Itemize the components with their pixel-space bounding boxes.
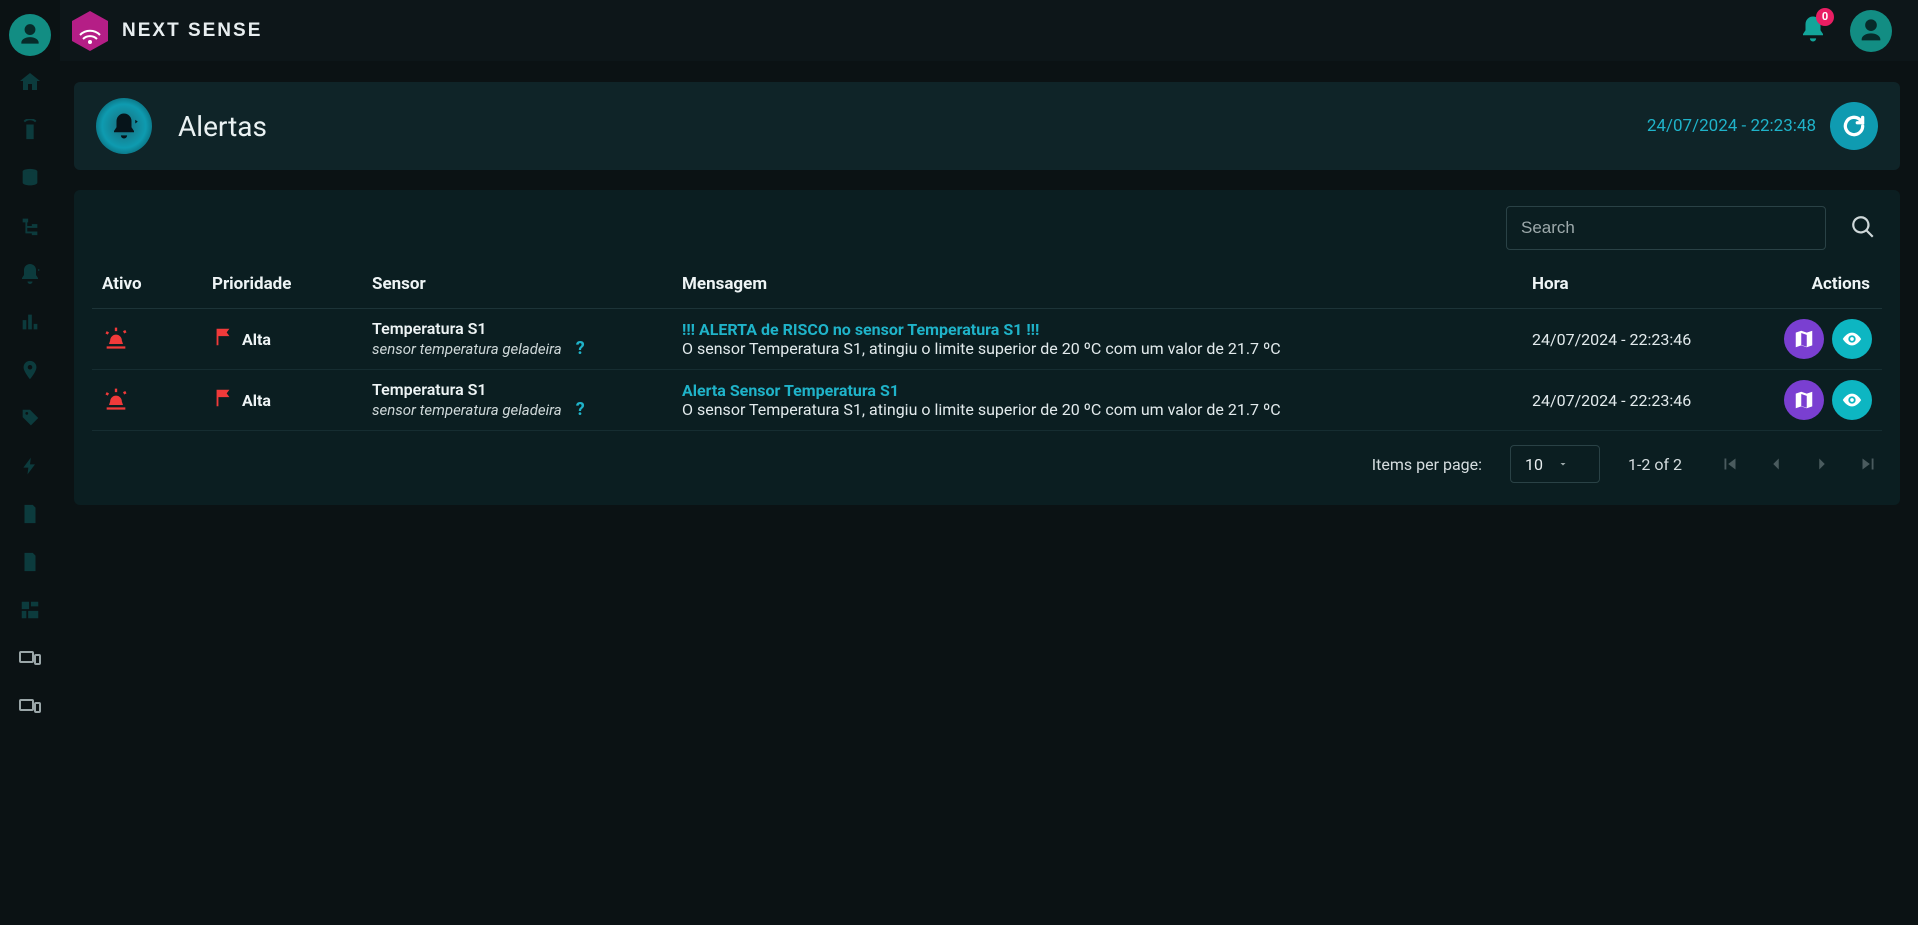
message-body: O sensor Temperatura S1, atingiu o limit… bbox=[682, 339, 1512, 358]
user-icon bbox=[1857, 17, 1885, 45]
logo-icon bbox=[68, 9, 112, 53]
sidebar-item-devices-2[interactable] bbox=[8, 684, 52, 728]
map-icon bbox=[1793, 389, 1815, 411]
flag-icon bbox=[212, 326, 234, 352]
alerts-table: Ativo Prioridade Sensor Mensagem Hora Ac… bbox=[92, 260, 1882, 431]
refresh-button[interactable] bbox=[1830, 102, 1878, 150]
remote-icon bbox=[19, 119, 41, 141]
sidebar-item-analytics[interactable] bbox=[8, 300, 52, 344]
pin-icon bbox=[19, 359, 41, 381]
tag-icon bbox=[19, 407, 41, 429]
bolt-icon bbox=[20, 456, 40, 476]
devices-icon bbox=[18, 646, 42, 670]
refresh-icon bbox=[1841, 113, 1867, 139]
help-button[interactable]: ? bbox=[576, 399, 585, 420]
alarm-icon bbox=[102, 336, 130, 355]
items-per-page-value: 10 bbox=[1525, 455, 1543, 474]
dashboard-icon bbox=[19, 599, 41, 621]
priority-label: Alta bbox=[242, 391, 271, 410]
col-ativo[interactable]: Ativo bbox=[92, 260, 202, 309]
col-actions[interactable]: Actions bbox=[1752, 260, 1882, 309]
message-body: O sensor Temperatura S1, atingiu o limit… bbox=[682, 400, 1512, 419]
table-row: Alta Temperatura S1 sensor temperatura g… bbox=[92, 370, 1882, 431]
sidebar-item-home[interactable] bbox=[8, 60, 52, 104]
sidebar-item-tags[interactable] bbox=[8, 396, 52, 440]
database-icon bbox=[19, 167, 41, 189]
header-timestamp: 24/07/2024 - 22:23:48 bbox=[1647, 116, 1816, 136]
sidebar-item-location[interactable] bbox=[8, 348, 52, 392]
col-sensor[interactable]: Sensor bbox=[362, 260, 672, 309]
col-mensagem[interactable]: Mensagem bbox=[672, 260, 1522, 309]
table-row: Alta Temperatura S1 sensor temperatura g… bbox=[92, 309, 1882, 370]
items-per-page-label: Items per page: bbox=[1372, 455, 1482, 474]
devices-icon bbox=[18, 694, 42, 718]
sensor-subtitle: sensor temperatura geladeira bbox=[372, 340, 562, 358]
brand-name: NEXT SENSE bbox=[122, 20, 262, 42]
sidebar-item-devices[interactable] bbox=[8, 636, 52, 680]
prev-page-button[interactable] bbox=[1762, 450, 1790, 478]
message-title: !!! ALERTA de RISCO no sensor Temperatur… bbox=[682, 320, 1512, 339]
sidebar-item-file[interactable] bbox=[8, 540, 52, 584]
home-icon bbox=[18, 70, 42, 94]
help-button[interactable]: ? bbox=[576, 338, 585, 359]
topbar: NEXT SENSE 0 bbox=[60, 0, 1918, 62]
items-per-page-select[interactable]: 10 bbox=[1510, 445, 1600, 483]
search-input[interactable] bbox=[1506, 206, 1826, 250]
chevron-right-icon bbox=[1811, 453, 1833, 475]
page-header: Alertas 24/07/2024 - 22:23:48 bbox=[74, 82, 1900, 170]
bell-alert-icon bbox=[109, 111, 139, 141]
bar-chart-icon bbox=[19, 311, 41, 333]
map-action-button[interactable] bbox=[1784, 319, 1824, 359]
first-page-icon bbox=[1719, 453, 1741, 475]
user-menu-avatar[interactable] bbox=[1850, 10, 1892, 52]
paginator: Items per page: 10 1-2 of 2 bbox=[92, 445, 1882, 483]
time-cell: 24/07/2024 - 22:23:46 bbox=[1522, 309, 1752, 370]
notification-count-badge: 0 bbox=[1816, 8, 1834, 26]
sidebar bbox=[0, 0, 60, 925]
file-icon bbox=[19, 551, 41, 573]
last-page-button[interactable] bbox=[1854, 450, 1882, 478]
view-action-button[interactable] bbox=[1832, 319, 1872, 359]
tree-icon bbox=[19, 215, 41, 237]
page-header-icon bbox=[96, 98, 152, 154]
sensor-name: Temperatura S1 bbox=[372, 380, 662, 399]
search-icon bbox=[1850, 214, 1876, 240]
message-title: Alerta Sensor Temperatura S1 bbox=[682, 381, 1512, 400]
notifications-button[interactable]: 0 bbox=[1798, 14, 1828, 48]
view-action-button[interactable] bbox=[1832, 380, 1872, 420]
next-page-button[interactable] bbox=[1808, 450, 1836, 478]
page-title: Alertas bbox=[178, 110, 267, 143]
sidebar-item-energy[interactable] bbox=[8, 444, 52, 488]
pagination-range: 1-2 of 2 bbox=[1628, 455, 1682, 474]
priority-label: Alta bbox=[242, 330, 271, 349]
map-action-button[interactable] bbox=[1784, 380, 1824, 420]
sidebar-item-report[interactable] bbox=[8, 492, 52, 536]
sensor-subtitle: sensor temperatura geladeira bbox=[372, 401, 562, 419]
sidebar-avatar[interactable] bbox=[9, 14, 51, 56]
sensor-name: Temperatura S1 bbox=[372, 319, 662, 338]
user-icon bbox=[17, 22, 43, 48]
sidebar-item-tree[interactable] bbox=[8, 204, 52, 248]
brand-logo[interactable]: NEXT SENSE bbox=[68, 9, 262, 53]
sidebar-item-dashboard[interactable] bbox=[8, 588, 52, 632]
map-icon bbox=[1793, 328, 1815, 350]
search-button[interactable] bbox=[1844, 208, 1882, 249]
eye-icon bbox=[1841, 389, 1863, 411]
bell-alert-icon bbox=[18, 262, 42, 286]
flag-icon bbox=[212, 387, 234, 413]
sidebar-item-database[interactable] bbox=[8, 156, 52, 200]
alerts-panel: Ativo Prioridade Sensor Mensagem Hora Ac… bbox=[74, 190, 1900, 505]
alarm-icon bbox=[102, 397, 130, 416]
chevron-down-icon bbox=[1557, 455, 1569, 474]
report-file-icon bbox=[19, 503, 41, 525]
sidebar-item-alerts[interactable] bbox=[8, 252, 52, 296]
col-hora[interactable]: Hora bbox=[1522, 260, 1752, 309]
chevron-left-icon bbox=[1765, 453, 1787, 475]
last-page-icon bbox=[1857, 453, 1879, 475]
col-prioridade[interactable]: Prioridade bbox=[202, 260, 362, 309]
time-cell: 24/07/2024 - 22:23:46 bbox=[1522, 370, 1752, 431]
first-page-button[interactable] bbox=[1716, 450, 1744, 478]
eye-icon bbox=[1841, 328, 1863, 350]
sidebar-item-remote[interactable] bbox=[8, 108, 52, 152]
